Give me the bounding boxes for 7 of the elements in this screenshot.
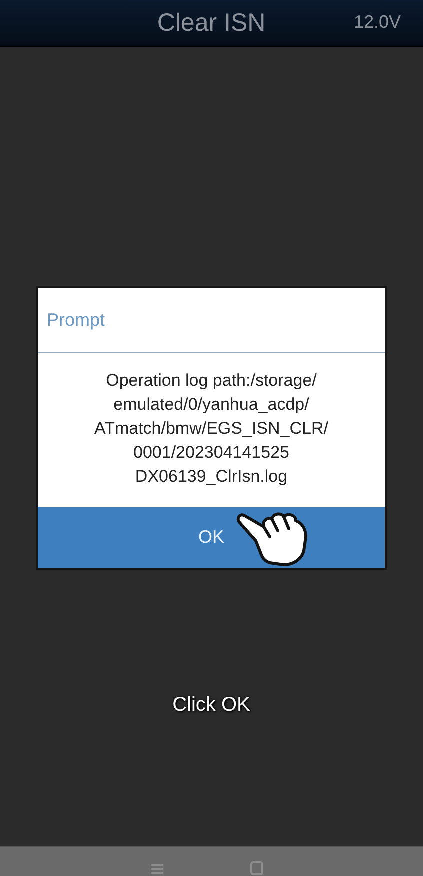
dialog-title: Prompt — [47, 310, 106, 330]
voltage-reading: 12.0V — [354, 12, 401, 33]
screen-title: Clear ISN — [157, 8, 266, 38]
home-icon[interactable] — [250, 861, 264, 875]
dialog-message: Operation log path:/storage/ emulated/0/yanhua_acdp/ ATmatch/bmw/EGS_ISN_CLR/ 0001/202304141525 DX06139_ClrIsn.log — [94, 370, 330, 488]
menu-icon[interactable] — [150, 863, 164, 875]
caption-text: Click OK — [172, 694, 250, 716]
